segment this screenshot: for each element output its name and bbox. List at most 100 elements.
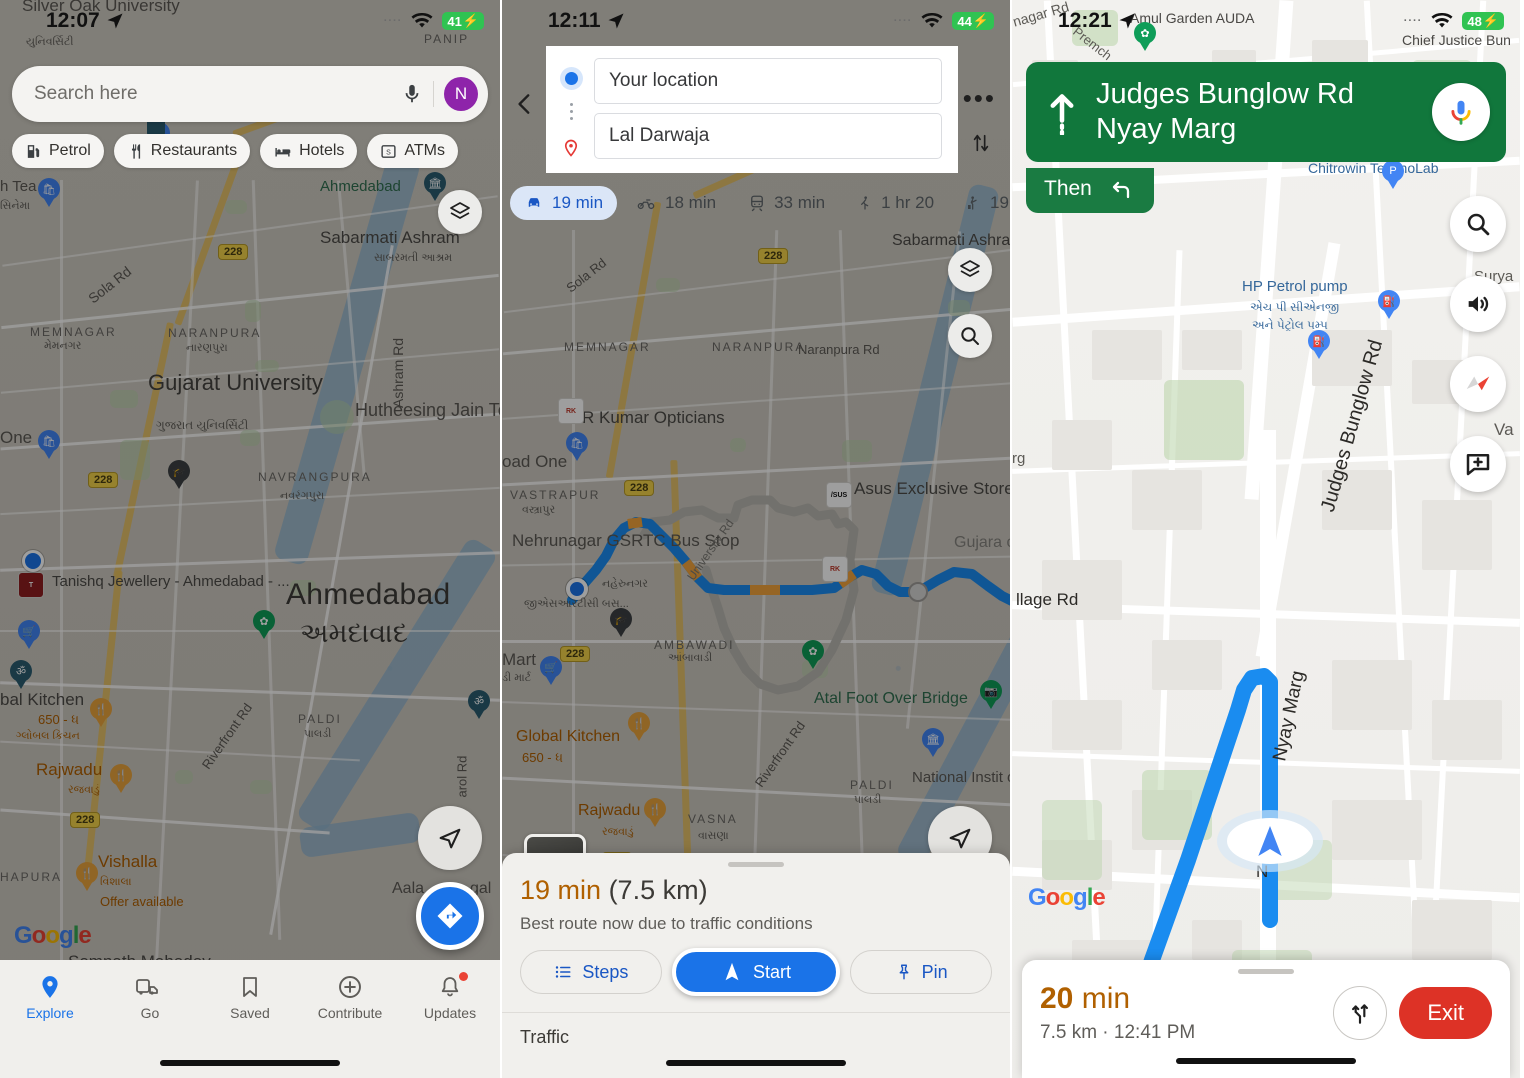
search-button[interactable] (948, 314, 992, 358)
search-bar[interactable]: Search here N (12, 66, 488, 122)
map-pin[interactable]: 🍴 (76, 862, 98, 892)
map-label: rg (1012, 450, 1026, 467)
map-label: વસ્ત્રાપુર (522, 504, 556, 516)
search-icon (961, 327, 979, 345)
mode-motorcycle[interactable]: 18 min (621, 186, 730, 220)
map-business-logo[interactable]: T (18, 572, 44, 598)
map-pin[interactable]: 🛒 (18, 620, 40, 650)
map-pin[interactable]: 🍴 (110, 764, 132, 794)
rideshare-icon (968, 196, 977, 210)
traffic-section[interactable]: Traffic (502, 1012, 1010, 1048)
map-business-logo[interactable]: RK (558, 398, 584, 424)
map-label: Ashram Rd (390, 337, 406, 408)
route-eta-distance: (7.5 km) (608, 875, 708, 905)
my-location-button[interactable] (418, 806, 482, 870)
map-pin[interactable]: 🍴 (644, 798, 666, 828)
map-pin[interactable]: ✿ (802, 640, 824, 670)
nav-tab-label: Explore (26, 1005, 74, 1021)
bottom-navigation-bar: Explore Go Saved Contribute Updates (0, 960, 500, 1078)
chip-label: Petrol (49, 142, 91, 159)
status-bar-navigation: 12:21 ···· 48 ⚡ (1012, 0, 1520, 42)
map-pin[interactable]: 🎓 (168, 460, 190, 490)
alternate-routes-button[interactable] (1333, 986, 1388, 1040)
map-pin[interactable]: ॐ (10, 660, 32, 690)
mode-driving[interactable]: 19 min (510, 186, 618, 220)
map-pin[interactable]: 🎓 (610, 608, 632, 638)
signal-dots: ···· (893, 15, 913, 27)
route-dotted-line (569, 85, 573, 137)
map-pin[interactable]: 🏛 (922, 728, 944, 758)
mode-transit[interactable]: 33 min (734, 186, 839, 220)
layers-button[interactable] (438, 190, 482, 234)
instruction-line-2: Nyay Marg (1096, 113, 1237, 145)
steps-button[interactable]: Steps (520, 950, 662, 994)
back-button[interactable] (512, 88, 538, 120)
nav-tab-saved[interactable]: Saved (200, 974, 300, 1021)
nav-tab-go[interactable]: Go (100, 974, 200, 1021)
chip-hotels[interactable]: Hotels (260, 134, 358, 168)
map-pin[interactable]: ✿ (253, 610, 275, 640)
layers-button[interactable] (948, 248, 992, 292)
assistant-mic-button[interactable] (1432, 83, 1490, 141)
pin-button[interactable]: Pin (850, 950, 993, 994)
route-shield: 228 (218, 244, 249, 260)
map-pin[interactable]: ⛽ (1308, 330, 1330, 360)
list-icon (556, 966, 571, 978)
map-pin[interactable]: 🛍 (566, 432, 588, 462)
nav-eta-unit: min (1081, 982, 1131, 1015)
map-pin[interactable]: ॐ (468, 690, 490, 720)
chip-atms[interactable]: S ATMs (367, 134, 459, 168)
nav-tab-contribute[interactable]: Contribute (300, 974, 400, 1021)
map-label: Sabarmati Ashra (892, 232, 1011, 249)
map-pin[interactable]: 🛒 (540, 656, 562, 686)
next-maneuver-chip: Then (1026, 168, 1154, 213)
exit-navigation-button[interactable]: Exit (1399, 987, 1492, 1039)
map-business-logo[interactable]: RK (822, 556, 848, 582)
map-pin[interactable]: 🍴 (90, 698, 112, 728)
mode-rideshare[interactable]: 19 m (952, 186, 1010, 220)
map-pin[interactable]: 📷 (980, 680, 1002, 710)
nav-sound-button[interactable] (1450, 276, 1506, 332)
nav-eta: 20 min (1040, 982, 1321, 1016)
navigation-arrow-icon (107, 13, 123, 29)
chip-petrol[interactable]: Petrol (12, 134, 104, 168)
swap-endpoints-button[interactable] (970, 128, 992, 158)
search-icon (1467, 213, 1490, 236)
map-pin[interactable]: P (1382, 160, 1404, 190)
route-eta: 19 min (7.5 km) (520, 875, 992, 906)
avatar[interactable]: N (444, 77, 478, 111)
nav-search-button[interactable] (1450, 196, 1506, 252)
directions-fab[interactable] (416, 882, 484, 950)
map-pin[interactable]: 🛍 (38, 178, 60, 208)
nav-tab-explore[interactable]: Explore (0, 974, 100, 1021)
compass-icon (1466, 376, 1490, 391)
map-pin[interactable]: 🍴 (628, 712, 650, 742)
map-business-logo[interactable]: /SUS (826, 482, 852, 508)
directions-icon (437, 903, 463, 929)
chip-restaurants[interactable]: Restaurants (113, 134, 251, 168)
then-label: Then (1044, 177, 1092, 200)
status-bar-route: 12:11 ···· 44 ⚡ (502, 0, 1010, 42)
origin-input[interactable]: Your location (594, 58, 942, 104)
map-label: Global Kitchen (516, 728, 621, 745)
map-pin[interactable]: 🛍 (38, 430, 60, 460)
start-navigation-button[interactable]: Start (671, 948, 841, 996)
mode-walking[interactable]: 1 hr 20 (843, 186, 948, 220)
sheet-drag-handle[interactable] (728, 862, 784, 867)
route-shield: 228 (758, 248, 789, 264)
divider (433, 81, 434, 107)
mode-label: 19 m (990, 193, 1010, 212)
navigation-map-controls (1450, 196, 1506, 492)
motorcycle-icon (637, 199, 655, 210)
map-label: રજવાડું (602, 826, 634, 838)
microphone-icon[interactable] (401, 81, 423, 107)
destination-input[interactable]: Lal Darwaja (594, 113, 942, 159)
nav-report-button[interactable] (1450, 436, 1506, 492)
map-pin[interactable]: ⛽ (1378, 290, 1400, 320)
nav-compass-button[interactable] (1450, 356, 1506, 412)
search-input[interactable]: Search here (34, 83, 401, 105)
map-label: Rajwadu (578, 802, 641, 819)
nav-tab-updates[interactable]: Updates (400, 972, 500, 1021)
sheet-drag-handle[interactable] (1238, 969, 1294, 974)
more-options-button[interactable]: ••• (963, 85, 996, 111)
